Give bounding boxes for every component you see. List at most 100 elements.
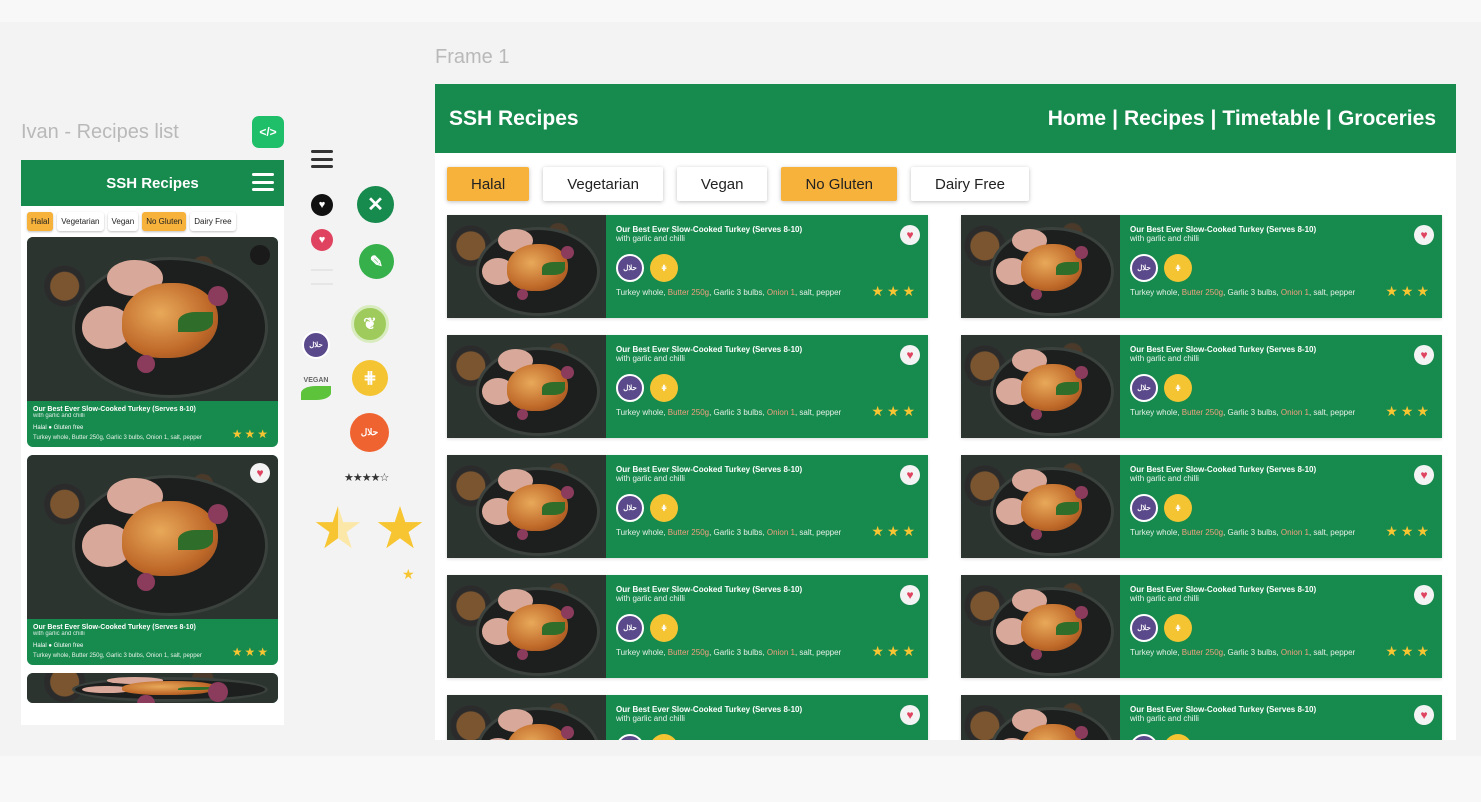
onion	[1075, 365, 1089, 379]
halal-badge-icon: حلال	[1130, 254, 1158, 282]
recipe-subtitle: with garlic and chilli	[616, 474, 685, 483]
recipe-image	[447, 455, 606, 558]
favorite-heart-icon[interactable]: ♥	[250, 463, 270, 483]
mobile-filter-chip[interactable]: Vegetarian	[57, 212, 104, 231]
favorite-heart-icon[interactable]: ♥	[900, 585, 920, 605]
mobile-filter-chip[interactable]: Dairy Free	[190, 212, 236, 231]
mobile-filter-chip[interactable]: Vegan	[107, 212, 139, 231]
mobile-filter-bar: Halal Vegetarian Vegan No Gluten Dairy Free	[21, 206, 284, 237]
herb	[542, 622, 565, 635]
rating-stars: ★★★	[1385, 523, 1432, 539]
recipe-card[interactable]: Our Best Ever Slow-Cooked Turkey (Serves…	[447, 335, 928, 438]
favorite-heart-icon[interactable]: ♥	[1414, 225, 1434, 245]
halal-badge-icon: حلال	[1130, 374, 1158, 402]
recipe-card[interactable]: Our Best Ever Slow-Cooked Turkey (Serves…	[961, 215, 1442, 318]
rating-stars: ★★★	[871, 403, 918, 419]
favorite-heart-icon[interactable]: ♥	[1414, 705, 1434, 725]
favorite-heart-icon[interactable]: ♥	[900, 345, 920, 365]
halal-badge-icon: حلال	[1130, 614, 1158, 642]
mobile-recipe-card[interactable]: ♥ Our Best Ever Slow-Cooked Turkey (Serve…	[27, 237, 278, 447]
onion	[137, 573, 155, 591]
recipe-subtitle: with garlic and chilli	[616, 594, 685, 603]
small-star-icon: ★	[402, 566, 415, 582]
recipe-card-info: Our Best Ever Slow-Cooked Turkey (Serves…	[1120, 575, 1442, 678]
recipe-card-info: Our Best Ever Slow-Cooked Turkey (Serves…	[1120, 695, 1442, 740]
recipe-card[interactable]: Our Best Ever Slow-Cooked Turkey (Serves…	[447, 575, 928, 678]
nav-link-groceries[interactable]: Groceries	[1338, 107, 1436, 131]
onion	[1075, 605, 1089, 619]
favorite-heart-icon[interactable]: ♥	[1414, 585, 1434, 605]
ingredient-highlight: Butter 250g	[667, 408, 710, 417]
favorite-heart-icon[interactable]: ♥	[250, 245, 270, 265]
recipe-card[interactable]: Our Best Ever Slow-Cooked Turkey (Serves…	[447, 215, 928, 318]
recipe-subtitle: with garlic and chilli	[616, 714, 685, 723]
ingredient-highlight: Onion 1	[766, 408, 795, 417]
onion	[207, 286, 228, 307]
ingredient-highlight: Butter 250g	[667, 648, 710, 657]
halal-badge-icon: حلال	[1130, 494, 1158, 522]
vegan-icon: ❦	[351, 305, 389, 343]
divider-lines-icon	[311, 269, 333, 285]
favorite-heart-icon[interactable]: ♥	[900, 225, 920, 245]
rating-stars: ★★★	[871, 523, 918, 539]
recipe-card[interactable]: Our Best Ever Slow-Cooked Turkey (Serves…	[961, 695, 1442, 740]
recipe-card[interactable]: Our Best Ever Slow-Cooked Turkey (Serves…	[961, 455, 1442, 558]
ingredient-text: , salt, pepper	[1308, 288, 1356, 297]
recipe-title: Our Best Ever Slow-Cooked Turkey (Serves…	[1130, 225, 1317, 234]
halal-badge-icon: حلال	[1130, 734, 1158, 740]
mobile-filter-chip[interactable]: No Gluten	[142, 212, 187, 231]
filter-chip-no-gluten[interactable]: No Gluten	[781, 167, 898, 201]
mobile-filter-chip[interactable]: Halal	[27, 212, 54, 231]
mobile-brand[interactable]: SSH Recipes	[106, 175, 199, 192]
nav-link-recipes[interactable]: Recipes	[1124, 107, 1205, 131]
desktop-brand[interactable]: SSH Recipes	[449, 107, 579, 131]
desktop-frame-label[interactable]: Frame 1	[435, 46, 509, 69]
recipe-card[interactable]: Our Best Ever Slow-Cooked Turkey (Serves…	[447, 695, 928, 740]
filter-chip-vegan[interactable]: Vegan	[676, 167, 768, 201]
diet-badges: حلال⋕	[1130, 614, 1432, 642]
recipe-title: Our Best Ever Slow-Cooked Turkey (Serves…	[1130, 345, 1317, 354]
gluten-free-badge-icon: ⋕	[1164, 614, 1192, 642]
vegetarian-icon: ✎	[359, 244, 394, 279]
half-star-icon: ★	[312, 496, 364, 561]
mobile-recipe-card-partial[interactable]	[27, 673, 278, 703]
favorite-heart-icon[interactable]: ♥	[1414, 345, 1434, 365]
diet-badges: حلال⋕	[616, 494, 918, 522]
favorite-heart-icon[interactable]: ♥	[900, 465, 920, 485]
heart-outline-icon: ♥	[311, 229, 333, 251]
recipe-image	[447, 335, 606, 438]
nav-separator: |	[1326, 106, 1332, 130]
recipe-card[interactable]: Our Best Ever Slow-Cooked Turkey (Serves…	[961, 335, 1442, 438]
ingredient-text: Turkey whole,	[616, 528, 668, 537]
filter-chip-halal[interactable]: Halal	[447, 167, 530, 201]
recipe-card-info: Our Best Ever Slow-Cooked Turkey (Serves…	[606, 455, 928, 558]
nav-link-home[interactable]: Home	[1048, 107, 1106, 131]
code-icon[interactable]: </>	[252, 116, 284, 148]
herb	[177, 312, 213, 333]
favorite-heart-icon[interactable]: ♥	[1414, 465, 1434, 485]
onion	[137, 355, 155, 373]
recipe-title: Our Best Ever Slow-Cooked Turkey (Serves…	[1130, 465, 1317, 474]
mobile-frame-label[interactable]: Ivan - Recipes list	[21, 121, 179, 144]
filter-chip-dairy-free[interactable]: Dairy Free	[911, 167, 1030, 201]
hamburger-menu-icon[interactable]	[252, 173, 274, 191]
menu-lines-icon	[311, 150, 333, 168]
herb	[1056, 382, 1079, 395]
herb	[542, 382, 565, 395]
mobile-recipe-card[interactable]: ♥ Our Best Ever Slow-Cooked Turkey (Serve…	[27, 455, 278, 665]
filter-chip-vegetarian[interactable]: Vegetarian	[543, 167, 663, 201]
mobile-header: SSH Recipes	[21, 160, 284, 206]
ingredient-text: , salt, pepper	[794, 288, 842, 297]
ingredient-text: , Garlic 3 bulbs,	[709, 288, 767, 297]
onion	[561, 485, 575, 499]
recipe-card-info: Our Best Ever Slow-Cooked Turkey (Serves…	[606, 215, 928, 318]
ingredient-text: , Garlic 3 bulbs,	[1223, 528, 1281, 537]
favorite-heart-icon[interactable]: ♥	[900, 705, 920, 725]
ingredient-text: , salt, pepper	[1308, 648, 1356, 657]
recipe-card[interactable]: Our Best Ever Slow-Cooked Turkey (Serves…	[961, 575, 1442, 678]
recipe-card[interactable]: Our Best Ever Slow-Cooked Turkey (Serves…	[447, 455, 928, 558]
halal-badge-icon: حلال	[616, 374, 644, 402]
recipe-title: Our Best Ever Slow-Cooked Turkey (Serves…	[616, 225, 803, 234]
recipe-image	[961, 335, 1120, 438]
nav-link-timetable[interactable]: Timetable	[1222, 107, 1320, 131]
